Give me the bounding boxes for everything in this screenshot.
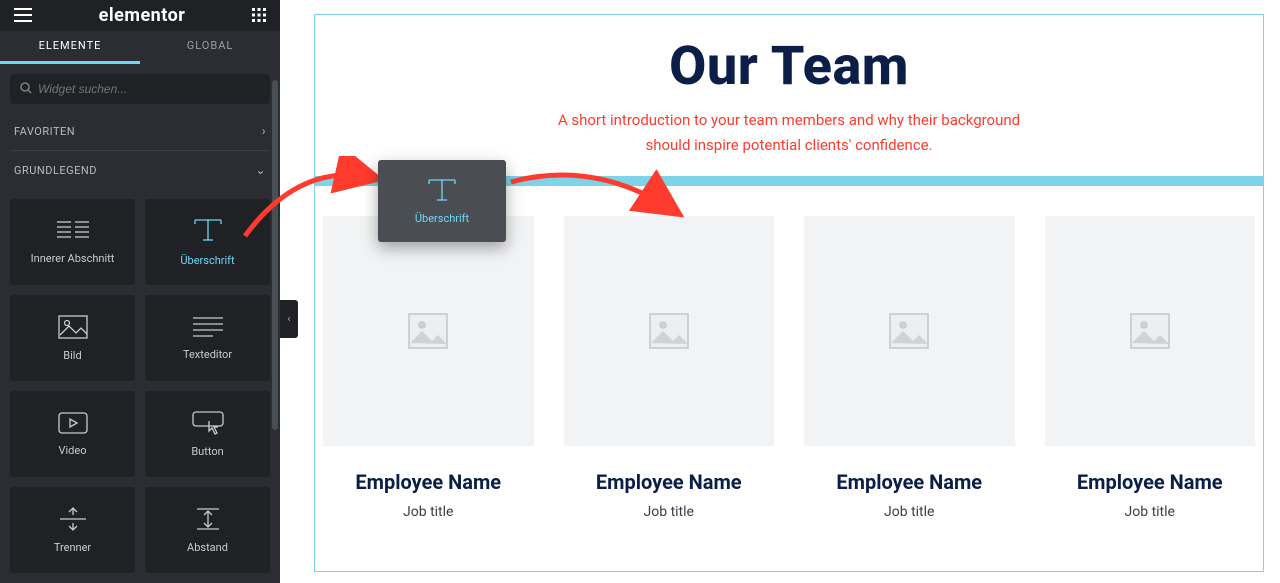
widget-label: Trenner — [54, 541, 91, 554]
widgets-grid: Innerer Abschnitt Überschrift Bild — [0, 189, 280, 583]
drag-preview-heading: Überschrift — [378, 160, 506, 242]
employee-title[interactable]: Job title — [644, 504, 694, 520]
employee-name[interactable]: Employee Name — [596, 470, 742, 494]
sidebar-header: elementor — [0, 0, 280, 31]
section-label: FAVORITEN — [14, 125, 75, 138]
section-grundlegend[interactable]: GRUNDLEGEND ⌄ — [0, 151, 280, 189]
widget-label: Button — [191, 445, 223, 458]
widget-inner-section[interactable]: Innerer Abschnitt — [10, 199, 135, 285]
image-placeholder[interactable] — [323, 216, 534, 446]
widget-label: Video — [59, 444, 87, 457]
page-title[interactable]: Our Team — [335, 35, 1243, 98]
drag-preview-label: Überschrift — [415, 212, 469, 225]
tab-elemente[interactable]: ELEMENTE — [0, 31, 140, 65]
page-subtitle[interactable]: A short introduction to your team member… — [549, 108, 1029, 158]
employee-name[interactable]: Employee Name — [836, 470, 982, 494]
page-section[interactable]: Our Team A short introduction to your te… — [314, 14, 1264, 572]
widget-spacer[interactable]: Abstand — [145, 487, 270, 573]
brand-logo: elementor — [99, 5, 186, 26]
image-placeholder[interactable] — [804, 216, 1015, 446]
chevron-down-icon: ⌄ — [255, 163, 266, 177]
team-card[interactable]: Employee Name Job title — [564, 216, 775, 520]
hamburger-menu-icon[interactable] — [14, 8, 32, 22]
apps-grid-icon[interactable] — [252, 8, 266, 22]
widget-label: Abstand — [187, 541, 228, 554]
section-label: GRUNDLEGEND — [14, 164, 97, 177]
employee-name[interactable]: Employee Name — [355, 470, 501, 494]
team-card[interactable]: Employee Name Job title — [1045, 216, 1256, 520]
scrollbar[interactable] — [272, 80, 278, 430]
search-input[interactable] — [38, 82, 260, 96]
widget-image[interactable]: Bild — [10, 295, 135, 381]
chevron-right-icon: › — [262, 124, 266, 138]
widget-heading[interactable]: Überschrift — [145, 199, 270, 285]
employee-name[interactable]: Employee Name — [1077, 470, 1223, 494]
employee-title[interactable]: Job title — [884, 504, 934, 520]
hero-block: Our Team A short introduction to your te… — [315, 15, 1263, 176]
sidebar-tabs: ELEMENTE GLOBAL — [0, 31, 280, 65]
team-card[interactable]: Employee Name Job title — [804, 216, 1015, 520]
widget-button[interactable]: Button — [145, 391, 270, 477]
elementor-sidebar: elementor ELEMENTE GLOBAL FAVORITEN › GR… — [0, 0, 280, 583]
widget-divider[interactable]: Trenner — [10, 487, 135, 573]
editor-canvas[interactable]: Our Team A short introduction to your te… — [280, 0, 1280, 583]
widget-search[interactable] — [10, 74, 270, 104]
image-placeholder[interactable] — [1045, 216, 1256, 446]
employee-title[interactable]: Job title — [1125, 504, 1175, 520]
widget-label: Bild — [63, 349, 81, 362]
widget-text-editor[interactable]: Texteditor — [145, 295, 270, 381]
team-card[interactable]: Employee Name Job title — [323, 216, 534, 520]
widget-video[interactable]: Video — [10, 391, 135, 477]
tab-global[interactable]: GLOBAL — [140, 31, 280, 65]
employee-title[interactable]: Job title — [403, 504, 453, 520]
widget-label: Überschrift — [180, 254, 234, 267]
section-favoriten[interactable]: FAVORITEN › — [0, 112, 280, 150]
image-placeholder[interactable] — [564, 216, 775, 446]
search-icon — [20, 82, 32, 97]
widget-label: Innerer Abschnitt — [31, 252, 115, 265]
widget-label: Texteditor — [183, 348, 232, 361]
